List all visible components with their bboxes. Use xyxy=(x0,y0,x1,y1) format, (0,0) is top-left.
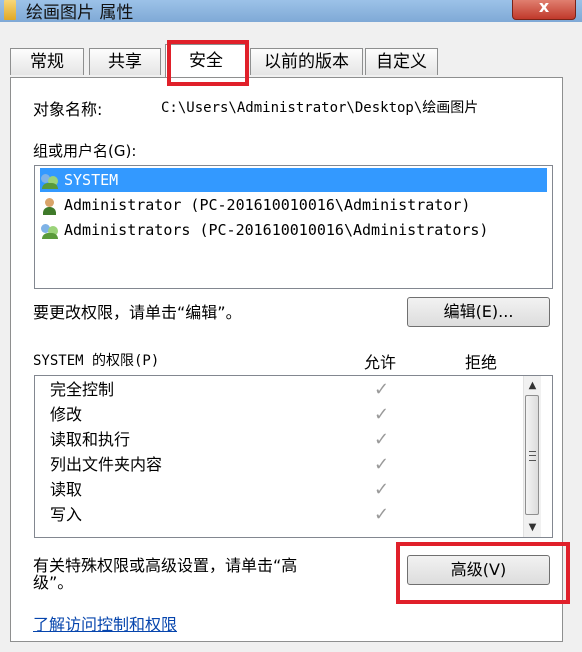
permission-row: 读取和执行 xyxy=(50,430,131,449)
user-group-icon xyxy=(40,172,60,190)
title-bar[interactable]: 绘画图片 属性 x xyxy=(0,0,582,23)
tab-customize[interactable]: 自定义 xyxy=(365,48,438,75)
user-group-icon xyxy=(40,222,60,240)
permission-row: 修改 xyxy=(50,405,83,424)
group-label: 组或用户名(G): xyxy=(33,142,137,160)
edit-hint: 要更改权限，请单击“编辑”。 xyxy=(33,303,242,322)
allow-header: 允许 xyxy=(364,353,397,372)
tab-previous-versions[interactable]: 以前的版本 xyxy=(250,48,363,75)
permission-row: 列出文件夹内容 xyxy=(50,455,163,474)
grip-icon xyxy=(529,451,536,461)
tab-highlight-box xyxy=(167,40,249,86)
scroll-up-icon[interactable]: ▲ xyxy=(524,377,541,394)
deny-header: 拒绝 xyxy=(465,353,498,372)
user-item-system[interactable]: SYSTEM xyxy=(40,168,547,192)
folder-icon xyxy=(4,0,16,20)
allow-check-icon: ✓ xyxy=(374,479,390,500)
window-title: 绘画图片 属性 xyxy=(26,3,134,23)
tab-sharing[interactable]: 共享 xyxy=(89,48,161,75)
permissions-scrollbar[interactable]: ▲ ▼ xyxy=(523,376,541,537)
user-item-administrators[interactable]: Administrators (PC-201610010016\Administ… xyxy=(40,218,488,242)
permissions-label: SYSTEM 的权限(P) xyxy=(33,353,160,369)
close-button[interactable]: x xyxy=(512,0,576,20)
user-list[interactable]: SYSTEM Administrator (PC-201610010016\Ad… xyxy=(34,165,553,289)
user-item-label: Administrator (PC-201610010016\Administr… xyxy=(64,196,471,214)
advanced-highlight-box xyxy=(396,542,570,604)
allow-check-icon: ✓ xyxy=(374,504,390,525)
allow-check-icon: ✓ xyxy=(374,429,390,450)
permissions-list[interactable]: 完全控制 ✓ 修改 ✓ 读取和执行 ✓ 列出文件夹内容 ✓ 读取 ✓ 写入 ✓ … xyxy=(34,375,553,538)
object-name-value: C:\Users\Administrator\Desktop\绘画图片 xyxy=(161,100,479,116)
edit-button[interactable]: 编辑(E)... xyxy=(407,297,550,327)
advanced-hint-line2: 级”。 xyxy=(33,573,74,592)
user-item-label: SYSTEM xyxy=(64,171,119,189)
learn-access-control-link[interactable]: 了解访问控制和权限 xyxy=(33,611,177,635)
allow-check-icon: ✓ xyxy=(374,379,390,400)
user-item-administrator[interactable]: Administrator (PC-201610010016\Administr… xyxy=(40,193,470,217)
permission-row: 完全控制 xyxy=(50,380,115,399)
permission-row: 读取 xyxy=(50,480,83,499)
tab-general[interactable]: 常规 xyxy=(10,48,84,75)
object-name-label: 对象名称: xyxy=(33,100,103,119)
allow-check-icon: ✓ xyxy=(374,404,390,425)
allow-check-icon: ✓ xyxy=(374,454,390,475)
scroll-down-icon[interactable]: ▼ xyxy=(524,519,541,536)
user-item-label: Administrators (PC-201610010016\Administ… xyxy=(64,221,489,239)
user-icon xyxy=(40,197,60,215)
permission-row: 写入 xyxy=(50,505,83,524)
scroll-thumb[interactable] xyxy=(525,395,539,515)
